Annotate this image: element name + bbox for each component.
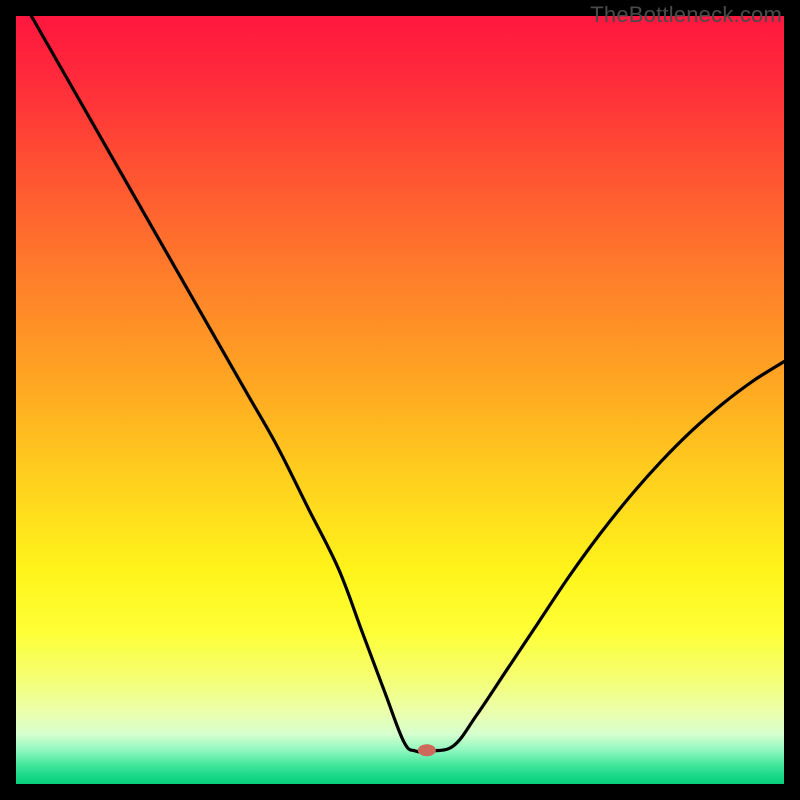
bottleneck-chart xyxy=(16,16,784,784)
optimal-point-marker xyxy=(418,744,436,756)
watermark-text: TheBottleneck.com xyxy=(590,2,782,28)
chart-frame xyxy=(16,16,784,784)
gradient-background xyxy=(16,16,784,784)
